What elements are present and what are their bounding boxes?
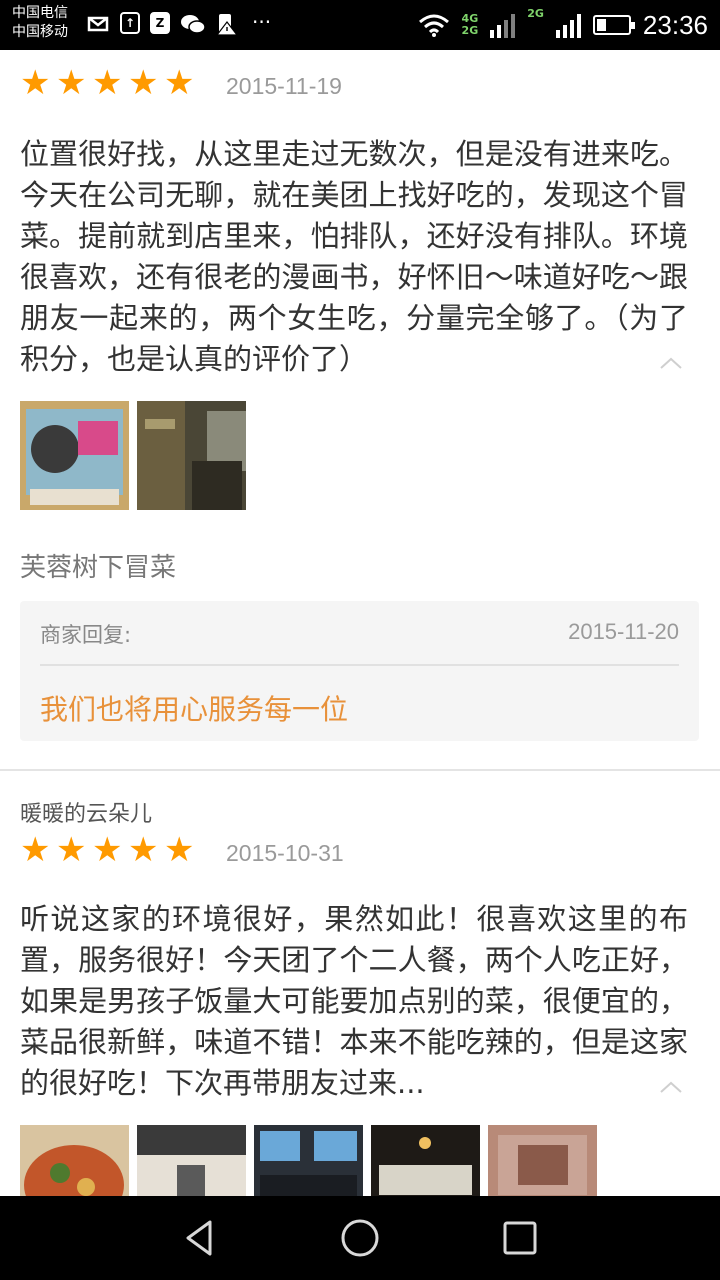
net-label-2g: 2G: [461, 24, 479, 37]
back-icon[interactable]: [180, 1218, 220, 1258]
review-photo[interactable]: [254, 1125, 363, 1196]
star-icon: ★: [128, 830, 159, 870]
star-icon: ★: [56, 830, 87, 870]
clock: 23:36: [642, 10, 708, 40]
review-photo[interactable]: [137, 1125, 246, 1196]
merchant-reply: 商家回复: 2015-11-20 我们也将用心服务每一位: [20, 601, 699, 741]
signal-icon-2: [555, 12, 581, 38]
review-photo[interactable]: [20, 1125, 129, 1196]
network-type-2: 2G: [527, 7, 544, 20]
review-text: 位置很好找，从这里走过无数次，但是没有进来吃。今天在公司无聊，就在美团上找好吃的…: [20, 137, 688, 376]
shop-name: 芙蓉树下冒菜: [20, 553, 177, 583]
star-icon: ★: [20, 830, 51, 870]
reply-label: 商家回复:: [40, 623, 132, 647]
alert-icon: [216, 14, 238, 36]
username[interactable]: 暖暖的云朵儿: [20, 796, 152, 828]
review-list[interactable]: ★ ★ ★ ★ ★ 2015-11-19 位置很好找，从这里走过无数次，但是没有…: [0, 50, 720, 1196]
home-icon[interactable]: [340, 1218, 380, 1258]
star-icon: ★: [56, 63, 87, 103]
review-photo[interactable]: [371, 1125, 480, 1196]
notification-icons: ↑ Z ···: [86, 12, 271, 36]
review-date: 2015-10-31: [226, 840, 344, 866]
star-icon: ★: [92, 63, 123, 103]
recents-icon[interactable]: [500, 1218, 540, 1258]
collapse-icon[interactable]: [659, 1080, 683, 1094]
reply-text: 我们也将用心服务每一位: [40, 693, 349, 726]
review-photo[interactable]: [20, 401, 129, 510]
battery-icon: [592, 15, 635, 35]
star-rating: ★ ★ ★ ★ ★: [20, 830, 196, 870]
navigation-bar: [0, 1196, 720, 1280]
review-date: 2015-11-19: [226, 73, 342, 99]
z-icon: Z: [150, 12, 170, 34]
wechat-icon: [181, 15, 206, 34]
carrier-2: 中国移动: [12, 24, 68, 40]
star-rating: ★ ★ ★ ★ ★: [20, 63, 196, 103]
star-icon: ★: [164, 830, 195, 870]
divider: [40, 664, 679, 666]
star-icon: ★: [20, 63, 51, 103]
review-text: 听说这家的环境很好，果然如此！很喜欢这里的布置，服务很好！今天团了个二人餐，两个…: [20, 902, 688, 1100]
star-icon: ★: [164, 63, 195, 103]
reply-date: 2015-11-20: [568, 619, 679, 644]
more-icon: ···: [252, 10, 272, 34]
signal-icon: [490, 12, 516, 38]
star-icon: ★: [128, 63, 159, 103]
divider: [0, 769, 720, 771]
carrier-info: 中国电信 中国移动: [12, 4, 68, 42]
status-bar: 中国电信 中国移动 ↑ Z ··· 4G 2G 2G 23:36: [0, 0, 720, 50]
message-icon: [87, 16, 109, 32]
review-photo[interactable]: [488, 1125, 597, 1196]
upload-icon: ↑: [120, 12, 140, 34]
review-photo[interactable]: [137, 401, 246, 510]
star-icon: ★: [92, 830, 123, 870]
wifi-icon: [418, 14, 449, 37]
carrier-1: 中国电信: [12, 5, 68, 21]
collapse-icon[interactable]: [659, 356, 683, 370]
network-type-1: 4G 2G: [462, 13, 479, 37]
